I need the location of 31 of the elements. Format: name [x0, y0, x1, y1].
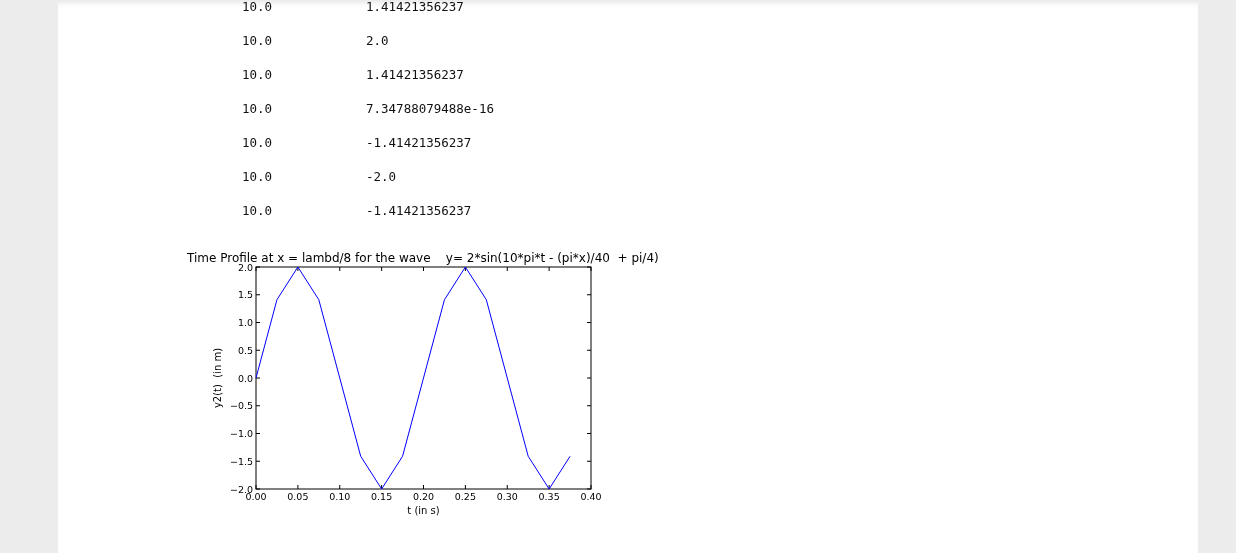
tick-label: 0.0	[237, 372, 253, 384]
tick-label: 0.30	[496, 491, 518, 502]
table-cell: -1.41421356237	[366, 134, 472, 150]
tick-label: 0.05	[287, 491, 309, 502]
tick-label: 0.25	[454, 491, 476, 502]
table-cell: 10.0	[242, 0, 273, 14]
tick-label: −1.0	[229, 428, 253, 439]
tick-label: 1.5	[237, 289, 253, 301]
table-cell: 10.0	[242, 100, 273, 116]
table-cell: 10.0	[242, 202, 273, 218]
tick-label: 0.35	[538, 491, 560, 502]
tick-label: −0.5	[229, 400, 253, 412]
tick-label: 1.0	[237, 317, 253, 328]
y-axis-label: y2(t) (in m)	[212, 347, 223, 409]
tick-label: 0.5	[237, 344, 253, 356]
tick-label: 0.20	[412, 491, 435, 502]
table-cell: 10.0	[242, 32, 273, 48]
table-cell: 7.34788079488e-16	[366, 100, 494, 116]
table-cell: 1.41421356237	[366, 66, 464, 82]
tick-label: −1.5	[229, 455, 253, 467]
table-cell: -1.41421356237	[366, 202, 472, 218]
table-cell: 2.0	[366, 32, 389, 48]
tick-label: 0.15	[371, 491, 393, 502]
table-cell: 10.0	[242, 134, 273, 150]
table-cell: 10.0	[242, 66, 273, 82]
x-axis-label: t (in s)	[407, 505, 440, 516]
table-cell: 10.0	[242, 168, 273, 184]
table-cell: -2.0	[366, 168, 397, 184]
table-cell: 1.41421356237	[366, 0, 464, 14]
tick-label: 0.40	[580, 491, 602, 502]
tick-label: 0.10	[329, 491, 351, 502]
